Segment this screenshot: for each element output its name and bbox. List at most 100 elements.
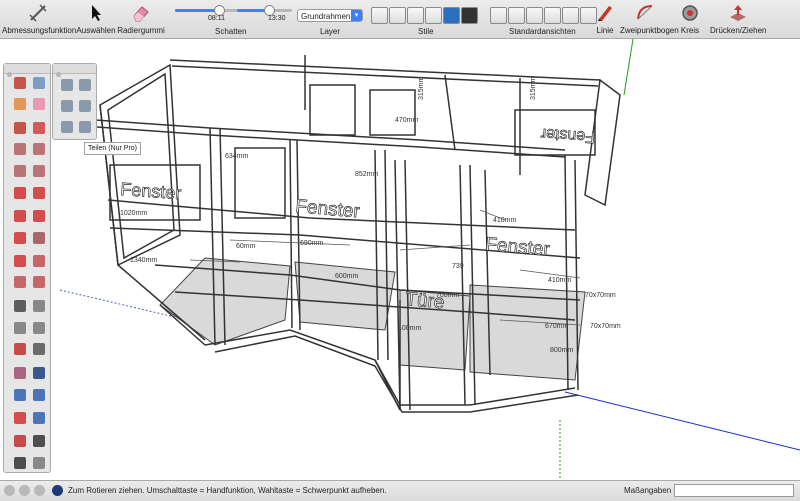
3d-text-icon[interactable] <box>30 340 48 358</box>
circle-icon[interactable] <box>11 162 29 180</box>
tool-palette <box>3 63 51 473</box>
layer-dropdown[interactable]: Grundrahmen ▾ <box>297 9 363 22</box>
circle-tool-label: Kreis <box>680 26 700 35</box>
offset-icon[interactable] <box>30 273 48 291</box>
pushpull-tool-label: Drücken/Ziehen <box>710 26 767 35</box>
arc-icon <box>637 5 653 20</box>
dimension-tool-button[interactable]: Abmessungsfunktion <box>2 0 77 38</box>
shaded-style-button[interactable] <box>443 7 460 24</box>
textured-style-button[interactable] <box>461 7 478 24</box>
orbit-icon[interactable] <box>11 364 29 382</box>
layout-icon[interactable] <box>76 97 94 115</box>
select-icon[interactable] <box>11 74 29 92</box>
zoom-extents-icon[interactable] <box>11 409 29 427</box>
info-icon[interactable] <box>52 485 63 496</box>
svg-text:739: 739 <box>452 263 464 270</box>
shadow-end-time: 13:30 <box>268 15 286 22</box>
svg-text:634mm: 634mm <box>225 153 249 160</box>
text-icon[interactable] <box>30 319 48 337</box>
pencil-icon <box>598 6 612 21</box>
protractor-icon[interactable] <box>11 319 29 337</box>
pan-icon[interactable] <box>30 364 48 382</box>
layer-label: Layer <box>320 27 341 36</box>
chevron-down-icon: ▾ <box>351 10 362 21</box>
hiddenline-style-button[interactable] <box>425 7 442 24</box>
share-model-icon[interactable] <box>76 76 94 94</box>
previous-view-icon[interactable] <box>30 409 48 427</box>
svg-text:1020mm: 1020mm <box>120 210 147 217</box>
two-point-arc-icon[interactable] <box>30 184 48 202</box>
svg-text:670mm: 670mm <box>545 323 569 330</box>
eraser-icon <box>133 6 149 22</box>
look-around-icon[interactable] <box>11 454 29 472</box>
eraser-tool-label: Radiergummi <box>117 26 165 35</box>
pushpull-tool-button[interactable]: Drücken/Ziehen <box>710 0 766 38</box>
credits-icon[interactable] <box>19 485 30 496</box>
main-toolbar: Abmessungsfunktion Auswählen Radiergummi… <box>0 0 800 39</box>
svg-text:800mm: 800mm <box>550 347 574 354</box>
scale-icon[interactable] <box>11 273 29 291</box>
dimension-tool-label: Abmessungsfunktion <box>2 26 77 35</box>
model-viewport[interactable]: Fenster Fenster Fenster Fenster Türe 102… <box>0 39 800 480</box>
three-point-arc-icon[interactable] <box>11 207 29 225</box>
freehand-icon[interactable] <box>30 119 48 137</box>
select-tool-button[interactable]: Auswählen <box>76 0 116 38</box>
walk-icon[interactable] <box>30 432 48 450</box>
followme-icon[interactable] <box>30 252 48 270</box>
palette-titlebar <box>4 64 50 77</box>
extension-icon[interactable] <box>58 97 76 115</box>
move-icon[interactable] <box>11 229 29 247</box>
svg-text:315mm: 315mm <box>418 76 425 100</box>
measurements-input[interactable] <box>674 484 794 497</box>
rectangle-icon[interactable] <box>11 140 29 158</box>
arc-icon[interactable] <box>11 184 29 202</box>
backedges-style-button[interactable] <box>389 7 406 24</box>
xray-style-button[interactable] <box>371 7 388 24</box>
zoom-icon[interactable] <box>11 386 29 404</box>
measurements-label: Maßangaben <box>624 486 672 495</box>
arc-tool-button[interactable]: Zweipunktbogen <box>620 0 679 38</box>
share-component-icon[interactable] <box>58 118 76 136</box>
pie-icon[interactable] <box>30 207 48 225</box>
front-view-icon[interactable] <box>526 7 543 24</box>
svg-text:100mm: 100mm <box>398 325 422 332</box>
dimension-icon <box>29 4 47 22</box>
axes-icon[interactable] <box>11 340 29 358</box>
geo-icon[interactable] <box>76 118 94 136</box>
rotate-icon[interactable] <box>11 252 29 270</box>
tape-measure-icon[interactable] <box>11 297 29 315</box>
circle-tool-button[interactable]: Kreis <box>676 0 704 38</box>
line-tool-label: Linie <box>596 26 614 35</box>
back-view-button[interactable] <box>562 7 579 24</box>
eraser-icon[interactable] <box>30 95 48 113</box>
eraser-tool-button[interactable]: Radiergummi <box>117 0 165 38</box>
component-icon[interactable] <box>30 74 48 92</box>
zoom-window-icon[interactable] <box>30 386 48 404</box>
select-tool-label: Auswählen <box>76 26 116 35</box>
rotated-rect-icon[interactable] <box>30 140 48 158</box>
pencil-icon[interactable] <box>11 119 29 137</box>
svg-text:852mm: 852mm <box>355 171 379 178</box>
polygon-icon[interactable] <box>30 162 48 180</box>
pushpull-icon[interactable] <box>30 229 48 247</box>
svg-text:70x70mm: 70x70mm <box>590 323 621 330</box>
line-tool-button[interactable]: Linie <box>590 0 620 38</box>
circle-icon <box>682 5 698 21</box>
svg-text:315mm: 315mm <box>530 76 537 100</box>
section-plane-icon[interactable] <box>30 454 48 472</box>
status-message: Zum Rotieren ziehen. Umschalttaste = Han… <box>68 486 387 495</box>
position-camera-icon[interactable] <box>11 432 29 450</box>
warehouse-icon[interactable] <box>58 76 76 94</box>
top-view-button[interactable] <box>508 7 525 24</box>
window-label-center: Fenster <box>295 196 362 223</box>
paint-bucket-icon[interactable] <box>11 95 29 113</box>
standard-views-label: Standardansichten <box>509 27 576 36</box>
dimension-icon[interactable] <box>30 297 48 315</box>
iso-view-button[interactable] <box>490 7 507 24</box>
user-icon[interactable] <box>34 485 45 496</box>
geolocation-icon[interactable] <box>4 485 15 496</box>
wireframe-style-button[interactable] <box>407 7 424 24</box>
right-view-button[interactable] <box>544 7 561 24</box>
status-bar: Zum Rotieren ziehen. Umschalttaste = Han… <box>0 480 800 501</box>
styles-label: Stile <box>418 27 434 36</box>
